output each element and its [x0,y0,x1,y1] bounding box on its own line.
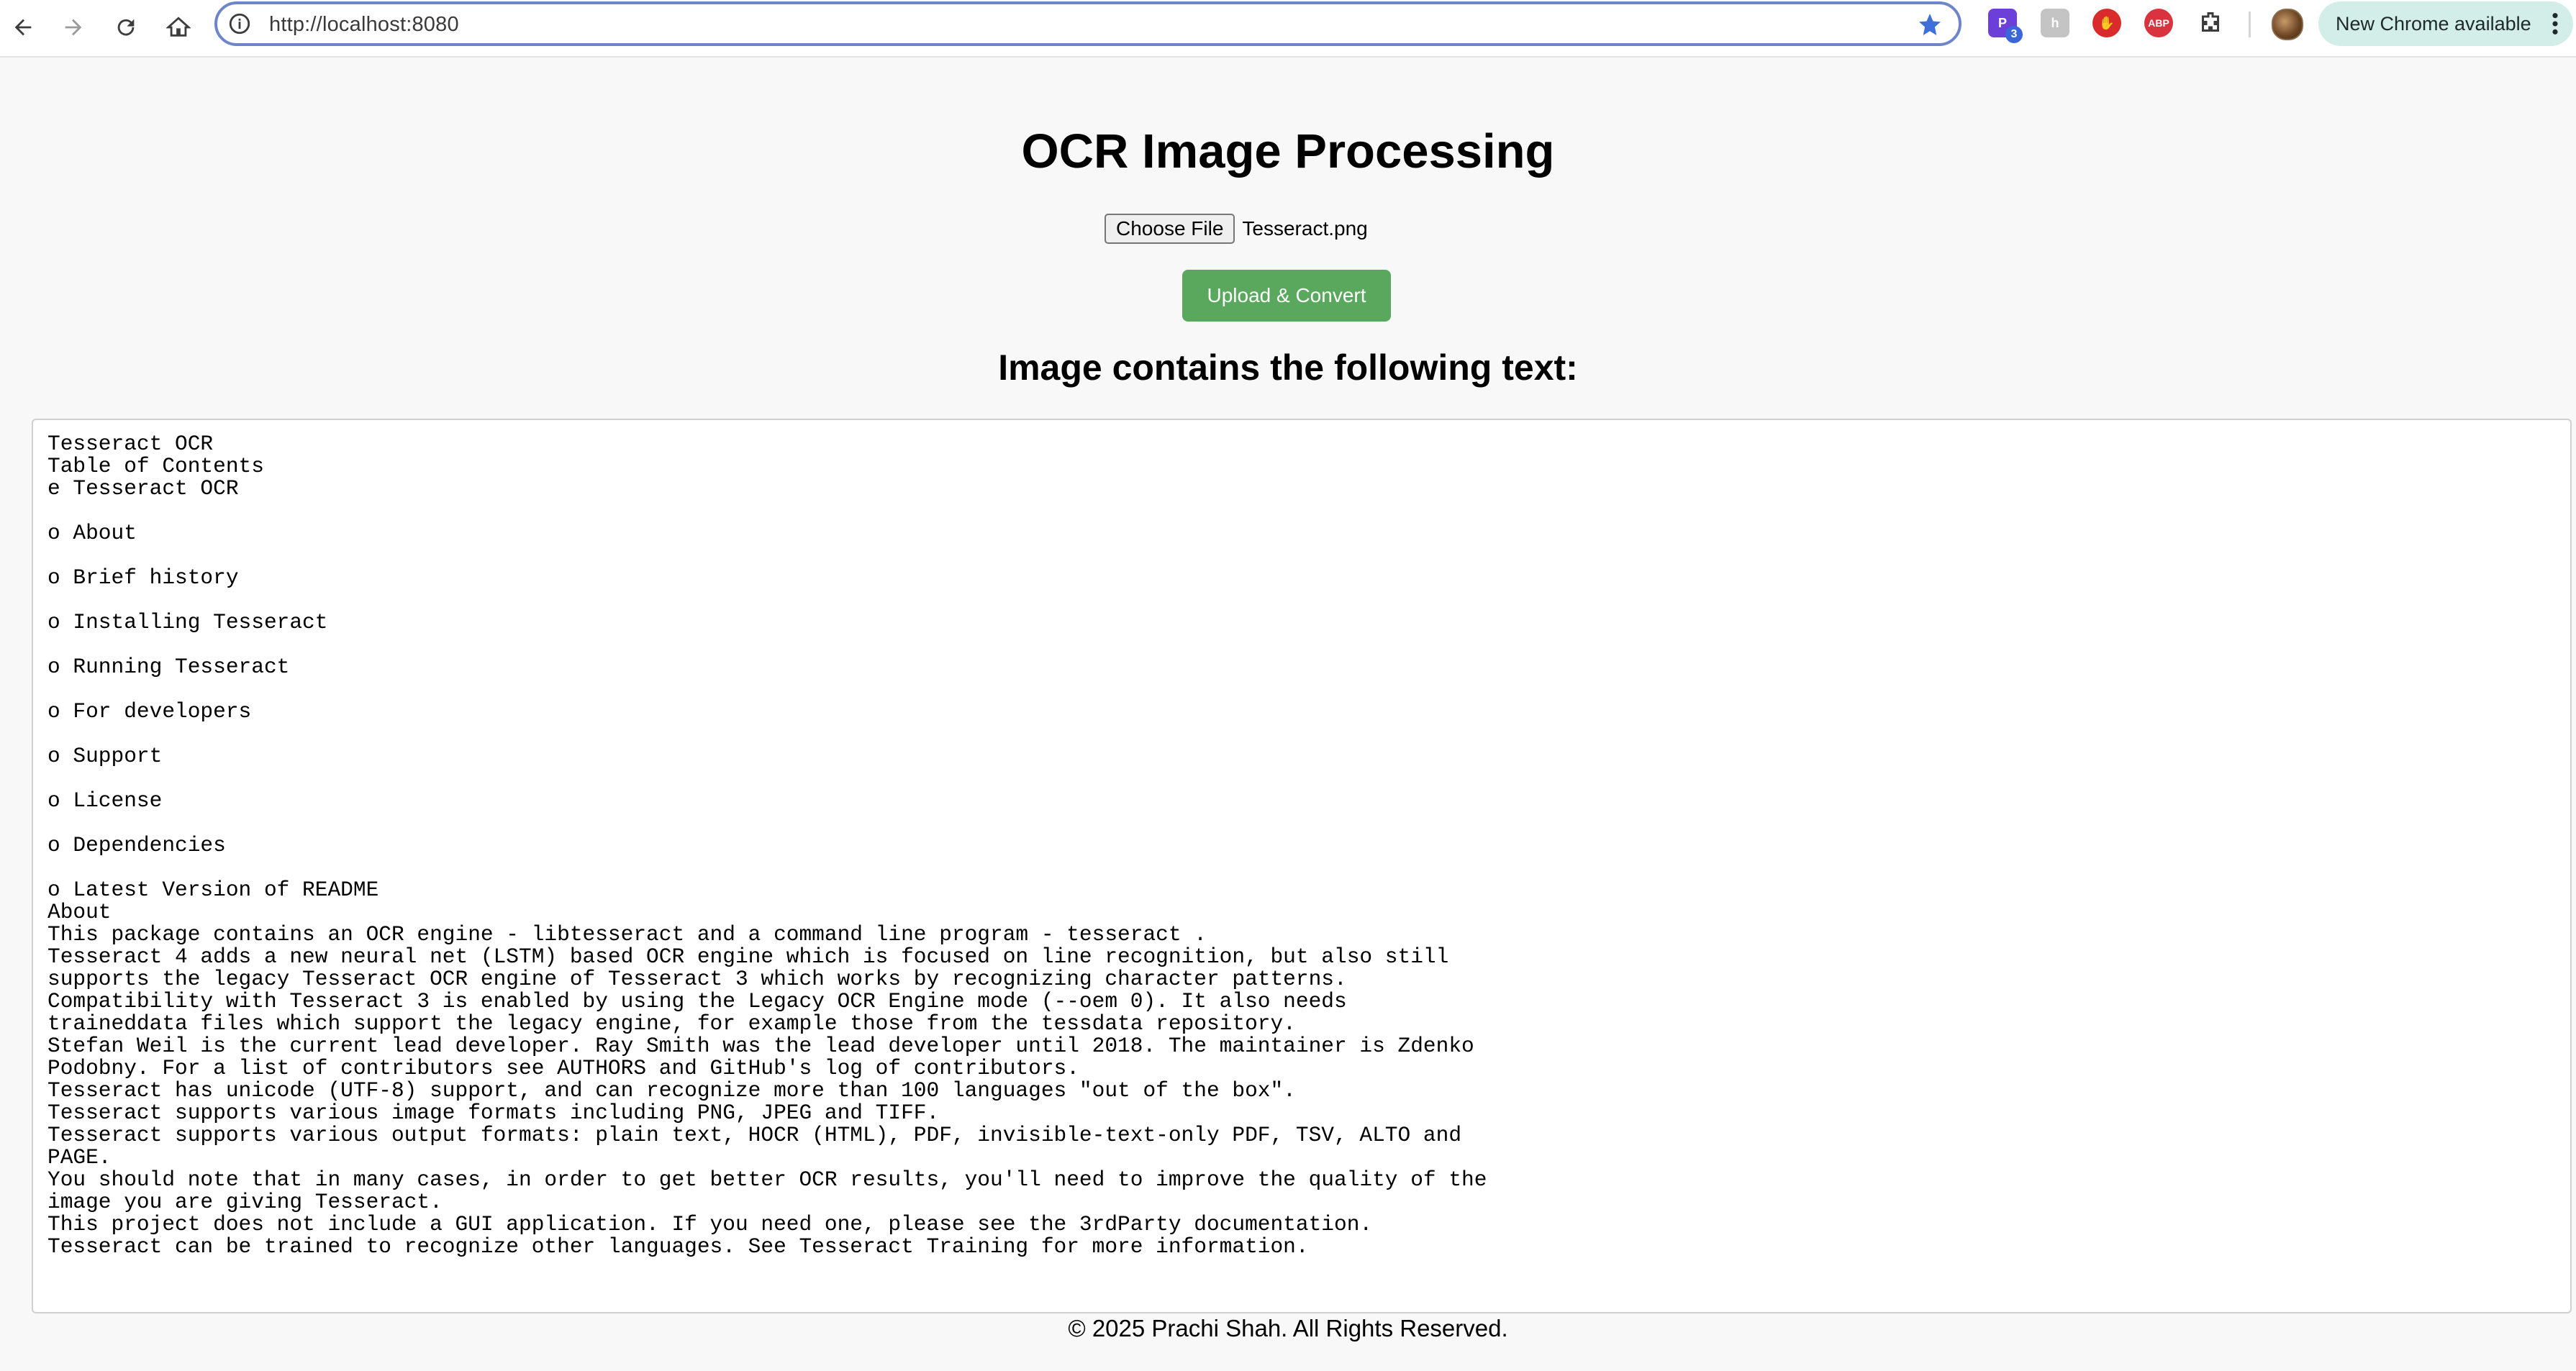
result-heading: Image contains the following text: [998,347,1578,388]
reload-icon [117,19,135,36]
ocr-result-box[interactable]: Tesseract OCR Table of Contents e Tesser… [32,419,2572,1313]
reload-button[interactable] [104,6,148,49]
chrome-update-button[interactable]: New Chrome available [2318,1,2573,46]
adblock-label: ABP [2148,17,2169,29]
puzzle-icon [2202,12,2219,32]
more-menu-icon[interactable] [2550,12,2560,36]
home-icon [166,17,191,37]
site-info-icon[interactable] [227,12,252,36]
bookmark-star-icon[interactable] [1917,12,1943,37]
ocr-result-text: Tesseract OCR Table of Contents e Tesser… [47,432,1487,1259]
selected-file-name: Tesseract.png [1242,217,1368,240]
file-input[interactable]: Choose File Tesseract.png [1105,213,1368,245]
purple-extension-icon[interactable]: P 3 [1988,9,2023,43]
footer-copyright: © 2025 Prachi Shah. All Rights Reserved. [1068,1315,1508,1342]
puzzle-extensions-icon[interactable] [2196,9,2225,37]
address-bar[interactable]: http://localhost:8080 [214,1,1962,46]
adblock-plus-icon[interactable]: ABP [2144,9,2173,37]
extension-badge: 3 [2005,26,2023,43]
forward-button[interactable] [52,6,95,49]
browser-toolbar: http://localhost:8080 P 3 h ✋ ABP New Ch… [0,0,2576,58]
choose-file-button[interactable]: Choose File [1105,214,1235,244]
grey-extension-icon[interactable]: h [2041,9,2069,37]
red-hand-extension-icon[interactable]: ✋ [2092,9,2121,37]
home-button[interactable] [157,6,200,49]
back-arrow-icon [14,19,32,36]
url-text[interactable]: http://localhost:8080 [269,13,459,37]
profile-avatar[interactable] [2272,9,2303,40]
page-title: OCR Image Processing [1021,124,1555,178]
upload-convert-button[interactable]: Upload & Convert [1182,270,1391,322]
forward-arrow-icon [65,19,82,36]
back-button[interactable] [1,6,45,49]
toolbar-divider [2249,12,2251,37]
update-label: New Chrome available [2336,13,2531,35]
